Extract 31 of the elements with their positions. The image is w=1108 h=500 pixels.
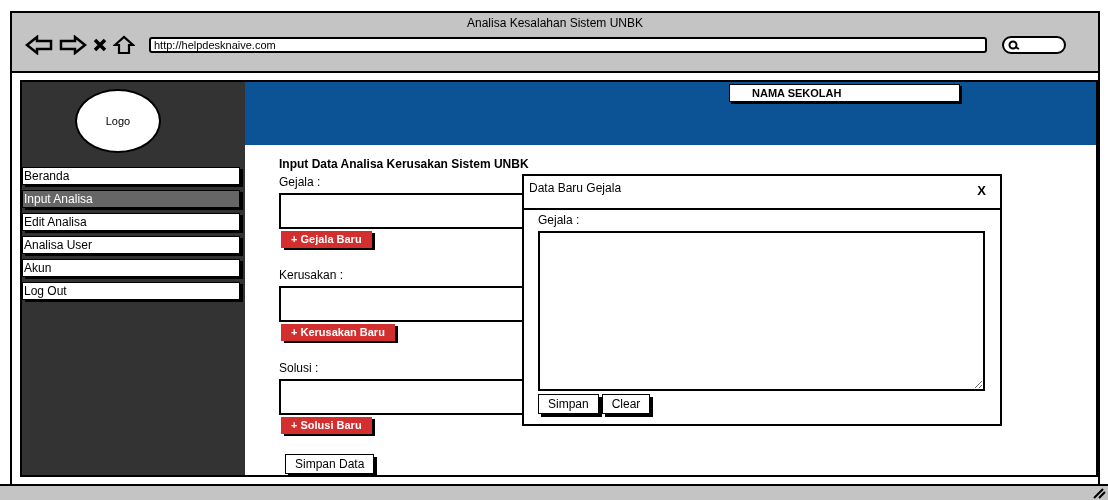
field-label: Gejala : [279, 175, 321, 189]
url-field[interactable]: http://helpdesknaive.com [149, 37, 987, 53]
search-icon [1008, 40, 1020, 50]
sidebar-item[interactable]: Log Out [22, 282, 240, 300]
sidebar-item[interactable]: Analisa User [22, 236, 240, 254]
field-label: Kerusakan : [279, 268, 344, 282]
sidebar-item[interactable]: Input Analisa [22, 190, 240, 208]
logo-label: Logo [105, 113, 131, 129]
window-title: Analisa Kesalahan Sistem UNBK [465, 15, 645, 30]
search-field[interactable] [1002, 36, 1066, 54]
back-icon[interactable] [25, 35, 53, 55]
field-label: Gejala : [538, 213, 580, 227]
add-button[interactable]: + Solusi Baru [281, 417, 372, 434]
close-icon[interactable] [93, 38, 107, 52]
dialog-title: Data Baru Gejala [529, 180, 622, 197]
close-button[interactable]: X [971, 181, 992, 201]
save-data-button[interactable]: Simpan Data [285, 454, 375, 474]
resize-grip-icon[interactable] [1092, 487, 1106, 499]
add-button[interactable]: + Kerusakan Baru [281, 324, 395, 341]
sidebar-item[interactable]: Akun [22, 259, 240, 277]
dialog-button[interactable]: Simpan [538, 394, 599, 414]
home-icon[interactable] [113, 35, 135, 55]
symptom-textarea[interactable] [538, 231, 985, 391]
sidebar-item[interactable]: Edit Analisa [22, 213, 240, 231]
form-title: Input Data Analisa Kerusakan Sistem UNBK [279, 156, 530, 173]
school-name: NAMA SEKOLAH [729, 84, 960, 102]
dialog-button[interactable]: Clear [601, 394, 651, 414]
add-button[interactable]: + Gejala Baru [281, 231, 372, 248]
forward-icon[interactable] [59, 35, 87, 55]
sidebar-item[interactable]: Beranda [22, 167, 240, 185]
field-label: Solusi : [279, 361, 319, 375]
